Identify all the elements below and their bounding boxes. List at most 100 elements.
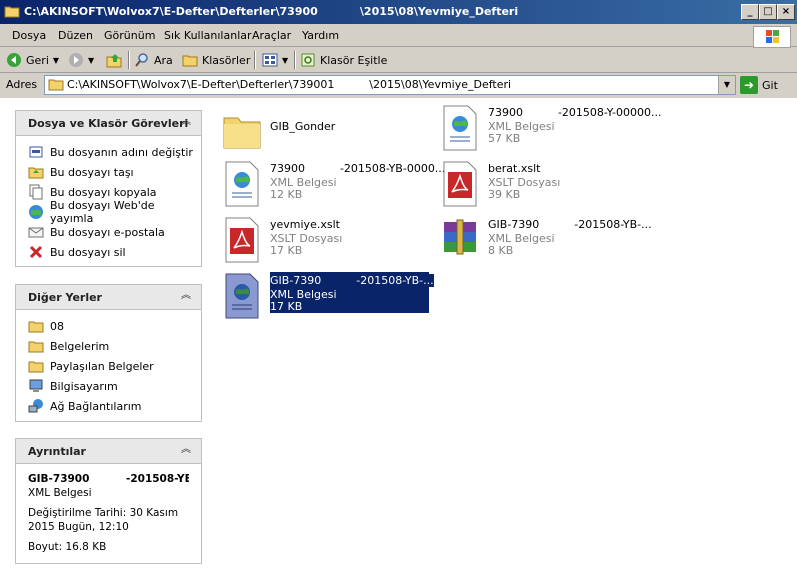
details-title: Ayrıntılar bbox=[28, 445, 86, 458]
sync-label: Klasör Eşitle bbox=[320, 53, 388, 67]
place-bilgisayarim[interactable]: Bilgisayarım bbox=[16, 376, 201, 396]
details-modified-date: 2015 Bugün, 12:10 bbox=[28, 521, 129, 533]
file-size: 57 KB bbox=[488, 132, 521, 145]
title-bar[interactable]: C:\AKINSOFT\Wolvox7\E-Defter\Defterler\7… bbox=[0, 0, 797, 24]
address-bar: Adres C:\AKINSOFT\Wolvox7\E-Defter\Defte… bbox=[0, 74, 797, 96]
details-filetype: XML Belgesi bbox=[28, 487, 92, 499]
move-icon bbox=[28, 164, 44, 180]
address-dropdown-button[interactable]: ▼ bbox=[718, 76, 735, 94]
file-name: 73900 -201508-YB-0000... bbox=[270, 162, 446, 175]
folders-label: Klasörler bbox=[202, 53, 251, 67]
file-name: GIB_Gonder bbox=[270, 120, 336, 133]
xml-icon bbox=[222, 272, 262, 320]
file-item-gib-xml-selected[interactable]: GIB-7390 -201508-YB-... XML Belgesi 17 K… bbox=[222, 272, 434, 324]
menu-sik-kullanilanlar[interactable]: Sık Kullanılanlar bbox=[164, 29, 252, 42]
chevron-down-icon[interactable]: ▼ bbox=[88, 56, 94, 65]
menu-bar: Dosya Düzen Görünüm Sık Kullanılanlar Ar… bbox=[0, 25, 797, 47]
task-label: Bu dosyayı taşı bbox=[50, 165, 134, 179]
forward-button[interactable]: ▼ bbox=[68, 51, 94, 69]
sync-folder-button[interactable]: Klasör Eşitle bbox=[300, 51, 387, 69]
file-item-xml-y[interactable]: 73900 -201508-Y-00000... XML Belgesi 57 … bbox=[440, 104, 661, 156]
task-label: Bu dosyayı kopyala bbox=[50, 185, 157, 199]
collapse-chevron-icon[interactable]: ︽ bbox=[179, 289, 193, 303]
place-paylasilan-belgeler[interactable]: Paylaşılan Belgeler bbox=[16, 356, 201, 376]
menu-araclar[interactable]: Araçlar bbox=[252, 29, 291, 42]
file-tasks-panel: Dosya ve Klasör Görevleri ︽ Bu dosyanın … bbox=[15, 110, 202, 267]
file-item-gib-rar[interactable]: GIB-7390 -201508-YB-... XML Belgesi 8 KB bbox=[440, 216, 652, 268]
xslt-icon bbox=[440, 160, 480, 208]
folder-icon bbox=[48, 78, 64, 91]
place-label: Bilgisayarım bbox=[50, 379, 118, 393]
details-size: Boyut: 16.8 KB bbox=[28, 541, 107, 553]
chevron-down-icon[interactable]: ▼ bbox=[53, 56, 59, 65]
delete-icon bbox=[28, 244, 44, 260]
up-folder-icon bbox=[106, 52, 122, 68]
task-delete[interactable]: Bu dosyayı sil bbox=[16, 242, 201, 262]
task-rename[interactable]: Bu dosyanın adını değiştir bbox=[16, 142, 201, 162]
chevron-down-icon[interactable]: ▼ bbox=[282, 56, 288, 65]
details-filename: GIB-73900 -201508-YE bbox=[28, 473, 189, 485]
file-item-yevmiye-xslt[interactable]: yevmiye.xslt XSLT Dosyası 17 KB bbox=[222, 216, 422, 268]
maximize-button[interactable]: □ bbox=[759, 4, 777, 20]
email-icon bbox=[28, 224, 44, 240]
close-button[interactable]: × bbox=[777, 4, 795, 20]
details-header[interactable]: Ayrıntılar ︽ bbox=[16, 439, 201, 464]
place-label: Ağ Bağlantılarım bbox=[50, 399, 142, 413]
menu-duzen[interactable]: Düzen bbox=[58, 29, 93, 42]
place-label: Paylaşılan Belgeler bbox=[50, 359, 154, 373]
xslt-icon bbox=[222, 216, 262, 264]
network-icon bbox=[28, 398, 44, 414]
menu-dosya[interactable]: Dosya bbox=[12, 29, 46, 42]
place-ag-baglantilarim[interactable]: Ağ Bağlantılarım bbox=[16, 396, 201, 416]
go-label: Git bbox=[762, 78, 778, 92]
task-label: Bu dosyanın adını değiştir bbox=[50, 145, 193, 159]
place-belgelerim[interactable]: Belgelerim bbox=[16, 336, 201, 356]
collapse-chevron-icon[interactable]: ︽ bbox=[179, 115, 193, 129]
views-icon bbox=[262, 52, 278, 68]
xml-icon bbox=[440, 104, 480, 152]
go-button[interactable]: ➜ Git bbox=[740, 76, 778, 94]
search-button[interactable]: Ara bbox=[134, 51, 173, 69]
file-item-berat-xslt[interactable]: berat.xslt XSLT Dosyası 39 KB bbox=[440, 160, 640, 212]
up-folder-button[interactable] bbox=[106, 51, 126, 69]
rar-icon bbox=[440, 216, 480, 264]
task-move[interactable]: Bu dosyayı taşı bbox=[16, 162, 201, 182]
place-label: 08 bbox=[50, 319, 64, 333]
collapse-chevron-icon[interactable]: ︽ bbox=[179, 443, 193, 457]
file-size: 12 KB bbox=[270, 188, 303, 201]
copy-icon bbox=[28, 184, 44, 200]
folders-icon bbox=[182, 52, 198, 68]
menu-yardim[interactable]: Yardım bbox=[302, 29, 339, 42]
file-tasks-header[interactable]: Dosya ve Klasör Görevleri ︽ bbox=[16, 111, 201, 136]
folder-icon bbox=[28, 338, 44, 354]
file-name: GIB-7390 -201508-YB-... bbox=[270, 274, 434, 287]
file-item-xml-yb[interactable]: 73900 -201508-YB-0000... XML Belgesi 12 … bbox=[222, 160, 445, 212]
windows-logo-icon bbox=[753, 26, 791, 48]
address-input[interactable]: C:\AKINSOFT\Wolvox7\E-Defter\Defterler\7… bbox=[44, 75, 736, 95]
search-icon bbox=[134, 52, 150, 68]
address-path: C:\AKINSOFT\Wolvox7\E-Defter\Defterler\7… bbox=[67, 78, 512, 91]
back-arrow-icon bbox=[6, 52, 22, 68]
place-08[interactable]: 08 bbox=[16, 316, 201, 336]
other-places-header[interactable]: Diğer Yerler ︽ bbox=[16, 285, 201, 310]
sync-icon bbox=[300, 52, 316, 68]
window-title: C:\AKINSOFT\Wolvox7\E-Defter\Defterler\7… bbox=[24, 5, 519, 18]
task-label: Bu dosyayı sil bbox=[50, 245, 126, 259]
minimize-button[interactable]: _ bbox=[741, 4, 759, 20]
xml-icon bbox=[222, 160, 262, 208]
file-name: GIB-7390 -201508-YB-... bbox=[488, 218, 652, 231]
folders-button[interactable]: Klasörler bbox=[182, 51, 250, 69]
menu-gorunum[interactable]: Görünüm bbox=[104, 29, 155, 42]
views-button[interactable]: ▼ bbox=[262, 51, 288, 69]
other-places-panel: Diğer Yerler ︽ 08 Belgelerim Paylaşılan … bbox=[15, 284, 202, 422]
task-publish[interactable]: Bu dosyayı Web'de yayımla bbox=[16, 199, 201, 225]
folder-icon bbox=[28, 358, 44, 374]
back-button[interactable]: Geri ▼ bbox=[6, 51, 59, 69]
file-item-gib-gonder[interactable]: GIB_Gonder bbox=[222, 106, 422, 158]
other-places-title: Diğer Yerler bbox=[28, 291, 102, 304]
back-label: Geri bbox=[26, 53, 49, 67]
file-size: 17 KB bbox=[270, 300, 303, 313]
task-email[interactable]: Bu dosyayı e-postala bbox=[16, 222, 201, 242]
go-arrow-icon: ➜ bbox=[740, 76, 758, 94]
file-size: 17 KB bbox=[270, 244, 303, 257]
